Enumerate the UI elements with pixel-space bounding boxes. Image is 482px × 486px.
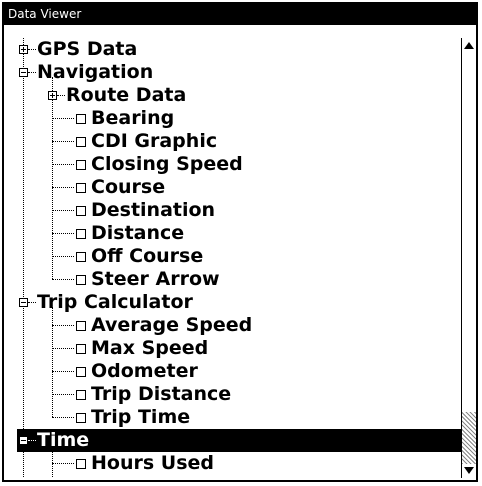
tree-folder-gps-data[interactable]: GPS Data (17, 38, 467, 61)
tree-label: Odometer (91, 360, 198, 382)
tree-connector-line (28, 72, 36, 73)
tree-item-course[interactable]: Course (17, 176, 467, 199)
collapse-icon[interactable] (19, 436, 28, 445)
checkbox-icon[interactable] (76, 275, 86, 285)
tree-connector-line (52, 164, 74, 165)
vertical-scrollbar[interactable] (461, 38, 476, 478)
tree-connector-line (52, 348, 74, 349)
tree-label: Hours Used (91, 452, 214, 474)
tree-label: Trip Time (91, 406, 191, 428)
scrollbar-hatched-area (462, 412, 476, 464)
tree-item-trip-distance[interactable]: Trip Distance (17, 383, 467, 406)
tree-item-bearing[interactable]: Bearing (17, 107, 467, 130)
tree-label: Trip Calculator (37, 291, 193, 313)
checkbox-icon[interactable] (76, 390, 86, 400)
tree-connector-line (28, 440, 36, 441)
scroll-down-arrow-icon[interactable] (462, 464, 476, 478)
checkbox-icon[interactable] (76, 137, 86, 147)
checkbox-icon[interactable] (76, 206, 86, 216)
checkbox-icon[interactable] (76, 367, 86, 377)
data-viewer-window: Data Viewer GPS Data Navigation Route Data… (2, 2, 478, 482)
tree-label: Distance (91, 222, 185, 244)
tree-label: Navigation (37, 61, 154, 83)
scroll-up-arrow-icon[interactable] (462, 38, 476, 52)
tree-item-odometer[interactable]: Odometer (17, 360, 467, 383)
tree-folder-time[interactable]: Time (17, 429, 467, 452)
tree-item-off-course[interactable]: Off Course (17, 245, 467, 268)
tree-connector-line (52, 417, 74, 418)
tree-label: Steer Arrow (91, 268, 220, 290)
tree-item-destination[interactable]: Destination (17, 199, 467, 222)
tree-label: GPS Data (37, 38, 138, 60)
tree-folder-trip-calculator[interactable]: Trip Calculator (17, 291, 467, 314)
tree-connector-line (52, 233, 74, 234)
scrollbar-track[interactable] (462, 52, 476, 464)
tree-item-steer-arrow[interactable]: Steer Arrow (17, 268, 467, 291)
tree-label: Destination (91, 199, 216, 221)
tree-connector-line (52, 210, 74, 211)
tree-label: Trip Distance (91, 383, 232, 405)
checkbox-icon[interactable] (76, 183, 86, 193)
tree-connector-line (28, 302, 36, 303)
tree-item-average-speed[interactable]: Average Speed (17, 314, 467, 337)
tree-folder-route-data[interactable]: Route Data (17, 84, 467, 107)
tree-label: Closing Speed (91, 153, 243, 175)
collapse-icon[interactable] (19, 68, 28, 77)
tree-item-cdi-graphic[interactable]: CDI Graphic (17, 130, 467, 153)
tree-item-hours-used[interactable]: Hours Used (17, 452, 467, 475)
expand-icon[interactable] (19, 45, 28, 54)
checkbox-icon[interactable] (76, 252, 86, 262)
tree-label: Course (91, 176, 166, 198)
tree-connector-line (52, 279, 74, 280)
tree-item-max-speed[interactable]: Max Speed (17, 337, 467, 360)
checkbox-icon[interactable] (76, 229, 86, 239)
checkbox-icon[interactable] (76, 459, 86, 469)
tree-connector-line (52, 118, 74, 119)
checkbox-icon[interactable] (76, 160, 86, 170)
tree-connector-line (52, 256, 74, 257)
tree-connector-line (52, 141, 74, 142)
tree-label: Average Speed (91, 314, 253, 336)
tree-connector-line (52, 187, 74, 188)
scrollbar-thumb[interactable] (462, 52, 476, 412)
checkbox-icon[interactable] (76, 413, 86, 423)
window-title: Data Viewer (4, 4, 476, 25)
tree-view[interactable]: GPS Data Navigation Route Data Bearing CDI G… (17, 38, 467, 478)
tree-connector-line (57, 95, 65, 96)
tree-label: Max Speed (91, 337, 209, 359)
tree-label: Route Data (66, 84, 187, 106)
tree-item-distance[interactable]: Distance (17, 222, 467, 245)
tree-connector-line (28, 49, 36, 50)
checkbox-icon[interactable] (76, 114, 86, 124)
checkbox-icon[interactable] (76, 344, 86, 354)
collapse-icon[interactable] (19, 298, 28, 307)
tree-connector-line (52, 371, 74, 372)
tree-item-trip-time[interactable]: Trip Time (17, 406, 467, 429)
checkbox-icon[interactable] (76, 321, 86, 331)
tree-label: Off Course (91, 245, 204, 267)
tree-label: Bearing (91, 107, 175, 129)
tree-folder-navigation[interactable]: Navigation (17, 61, 467, 84)
tree-label: Time (37, 429, 90, 451)
tree-connector-line (52, 394, 74, 395)
tree-item-closing-speed[interactable]: Closing Speed (17, 153, 467, 176)
tree-label: CDI Graphic (91, 130, 218, 152)
tree-connector-line (52, 325, 74, 326)
expand-icon[interactable] (48, 91, 57, 100)
tree-connector-line (52, 463, 74, 464)
